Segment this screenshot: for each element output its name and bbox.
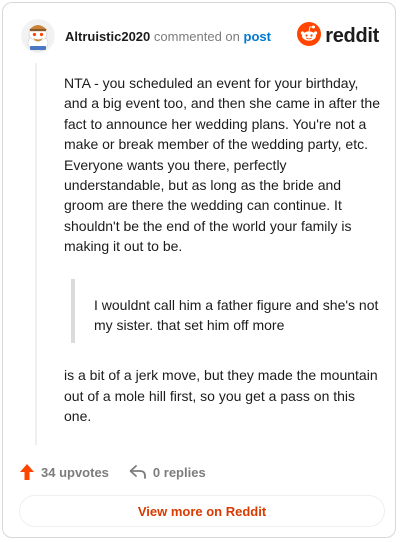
reddit-brand[interactable]: reddit xyxy=(297,21,379,51)
commented-on-text: commented on xyxy=(153,29,240,44)
view-more-button[interactable]: View more on Reddit xyxy=(19,495,385,527)
upvote-arrow-icon[interactable] xyxy=(19,463,35,481)
avatar[interactable] xyxy=(21,19,55,53)
comment-header: Altruistic2020 commented on post reddit xyxy=(3,3,395,63)
comment-paragraph: is a bit of a jerk move, but they made t… xyxy=(64,367,378,425)
upvote-action[interactable]: 34 upvotes xyxy=(19,463,109,481)
comment-embed-card: Altruistic2020 commented on post reddit xyxy=(2,2,396,538)
thread-line xyxy=(35,63,37,445)
comment-body: NTA - you scheduled an event for your bi… xyxy=(64,73,380,427)
reply-arrow-icon[interactable] xyxy=(129,464,147,480)
reply-action[interactable]: 0 replies xyxy=(129,464,206,480)
author-name[interactable]: Altruistic2020 xyxy=(65,29,150,44)
blockquote: I wouldnt call him a father figure and s… xyxy=(71,278,380,344)
quote-text: I wouldnt call him a father figure and s… xyxy=(94,296,379,334)
author-line: Altruistic2020 commented on post xyxy=(65,29,271,44)
post-link[interactable]: post xyxy=(244,29,271,44)
comment-paragraph: NTA - you scheduled an event for your bi… xyxy=(64,75,380,255)
upvote-count: 34 upvotes xyxy=(41,464,109,480)
reddit-logo-icon xyxy=(297,21,322,51)
comment-footer: 34 upvotes 0 replies xyxy=(19,461,379,483)
reddit-wordmark: reddit xyxy=(325,24,379,47)
reply-count: 0 replies xyxy=(152,464,206,480)
